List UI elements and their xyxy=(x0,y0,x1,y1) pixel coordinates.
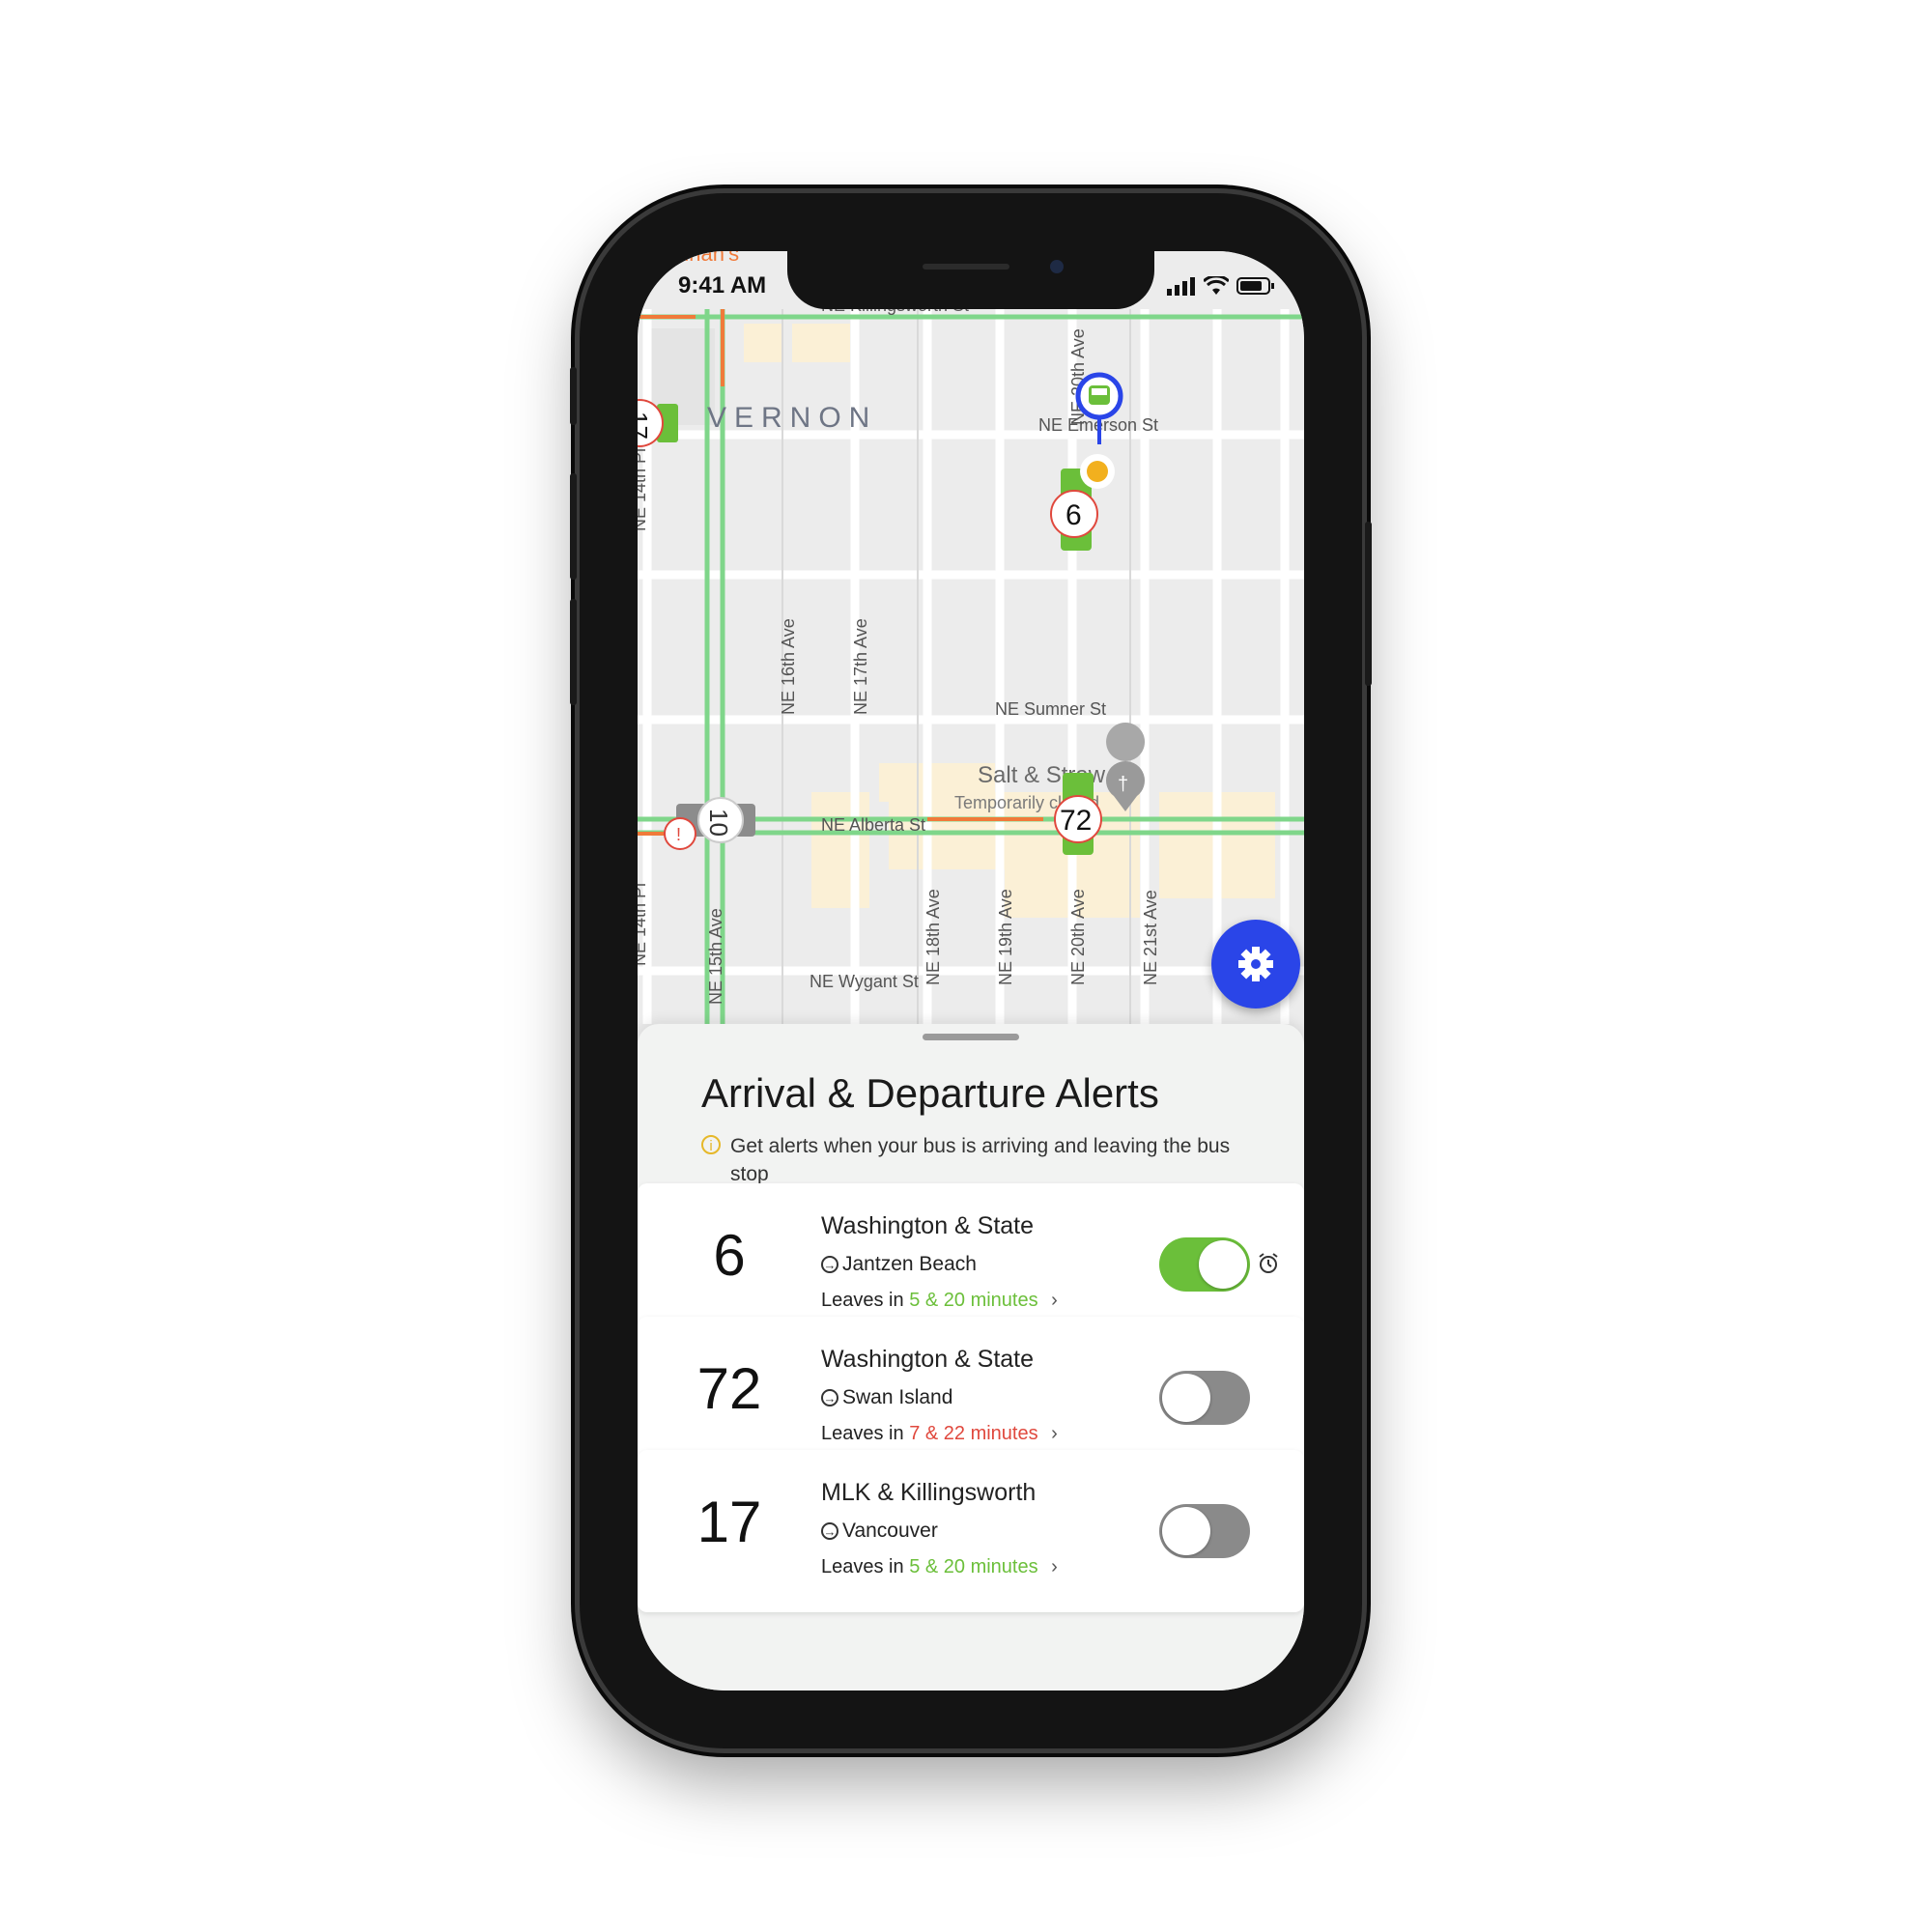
svg-text:!: ! xyxy=(676,825,681,844)
stop-name: MLK & Killingsworth xyxy=(821,1479,1037,1506)
status-time: 9:41 AM xyxy=(678,272,767,298)
street-15th: NE 15th Ave xyxy=(706,908,725,1005)
info-icon: i xyxy=(701,1135,721,1154)
departure-times[interactable]: Leaves in 5 & 20 minutes › xyxy=(821,1290,1058,1312)
sheet-drag-handle[interactable] xyxy=(923,1034,1019,1040)
alarm-clock-icon xyxy=(1259,1253,1278,1273)
arrow-right-circle-icon: → xyxy=(821,1256,838,1273)
street-18th: NE 18th Ave xyxy=(923,889,943,985)
volume-down-button xyxy=(570,599,577,705)
toggle-knob xyxy=(1162,1374,1210,1422)
street-14th-bottom: NE 14th Pl xyxy=(638,883,649,966)
bus-marker-17[interactable]: 17 xyxy=(638,399,678,447)
street-19th: NE 19th Ave xyxy=(996,889,1015,985)
svg-text:17: 17 xyxy=(638,412,653,440)
alert-toggle[interactable] xyxy=(1159,1504,1250,1558)
destination-name: Vancouver xyxy=(842,1520,938,1542)
destination-name: Swan Island xyxy=(842,1386,953,1408)
sheet-title: Arrival & Departure Alerts xyxy=(701,1070,1159,1116)
alerts-sheet: Arrival & Departure Alerts i Get alerts … xyxy=(638,1024,1304,1690)
street-14th-top: NE 14th Pl xyxy=(638,448,649,531)
stop-name: Washington & State xyxy=(821,1212,1035,1239)
street-20th-bottom: NE 20th Ave xyxy=(1068,889,1088,985)
street-alberta: NE Alberta St xyxy=(821,815,925,835)
chevron-right-icon: › xyxy=(1051,1290,1058,1311)
map-fragment-label: Juhan's xyxy=(667,251,739,266)
chevron-right-icon: › xyxy=(1051,1423,1058,1444)
status-icons xyxy=(1167,276,1275,296)
front-camera xyxy=(1050,260,1064,273)
sheet-info: i Get alerts when your bus is arriving a… xyxy=(701,1132,1233,1188)
transit-map[interactable]: NE Killingsworth St NE Emerson St NE Sum… xyxy=(638,251,1304,1024)
chevron-right-icon: › xyxy=(1051,1556,1058,1577)
alert-card[interactable]: 17 MLK & Killingsworth → Vancouver Leave… xyxy=(638,1450,1304,1612)
neighborhood-label: VERNON xyxy=(707,402,877,434)
svg-text:72: 72 xyxy=(1060,805,1092,837)
notch xyxy=(787,251,1154,309)
route-number: 17 xyxy=(696,1490,762,1554)
toggle-knob xyxy=(1199,1240,1247,1289)
settings-button[interactable] xyxy=(1211,920,1300,1009)
arrow-right-circle-icon: → xyxy=(821,1389,838,1406)
wifi-icon xyxy=(1204,276,1229,295)
departure-times[interactable]: Leaves in 5 & 20 minutes › xyxy=(821,1556,1058,1578)
sheet-info-text: Get alerts when your bus is arriving and… xyxy=(730,1135,1231,1185)
destination: → Swan Island xyxy=(821,1386,952,1409)
leaves-prefix: Leaves in xyxy=(821,1423,904,1444)
street-wygant: NE Wygant St xyxy=(810,972,919,991)
stop-name: Washington & State xyxy=(821,1346,1035,1373)
gear-icon xyxy=(1238,947,1273,981)
svg-text:†: † xyxy=(1118,774,1128,795)
signal-icon xyxy=(1167,277,1195,296)
leaves-prefix: Leaves in xyxy=(821,1290,904,1311)
street-21st: NE 21st Ave xyxy=(1141,890,1160,985)
alert-toggle[interactable] xyxy=(1159,1371,1250,1425)
svg-text:10: 10 xyxy=(704,809,733,837)
departure-time-values: 5 & 20 minutes xyxy=(909,1290,1038,1311)
departure-time-values: 5 & 20 minutes xyxy=(909,1556,1038,1577)
battery-icon xyxy=(1236,277,1274,295)
mute-switch xyxy=(570,367,577,425)
street-17th: NE 17th Ave xyxy=(851,618,870,715)
toggle-knob xyxy=(1162,1507,1210,1555)
street-sumner: NE Sumner St xyxy=(995,699,1106,719)
app-screen: NE Killingsworth St NE Emerson St NE Sum… xyxy=(638,251,1304,1690)
route-number: 72 xyxy=(696,1356,762,1421)
departure-time-values: 7 & 22 minutes xyxy=(909,1423,1038,1444)
leaves-prefix: Leaves in xyxy=(821,1556,904,1577)
destination-name: Jantzen Beach xyxy=(842,1253,977,1275)
departure-times[interactable]: Leaves in 7 & 22 minutes › xyxy=(821,1423,1058,1445)
speaker xyxy=(923,264,1009,270)
power-button xyxy=(1365,522,1372,686)
alert-toggle[interactable] xyxy=(1159,1237,1250,1292)
street-16th: NE 16th Ave xyxy=(779,618,798,715)
destination: → Vancouver xyxy=(821,1520,938,1543)
destination: → Jantzen Beach xyxy=(821,1253,977,1276)
svg-text:6: 6 xyxy=(1065,499,1082,531)
volume-up-button xyxy=(570,473,577,580)
arrow-right-circle-icon: → xyxy=(821,1522,838,1540)
route-number: 6 xyxy=(713,1223,746,1288)
